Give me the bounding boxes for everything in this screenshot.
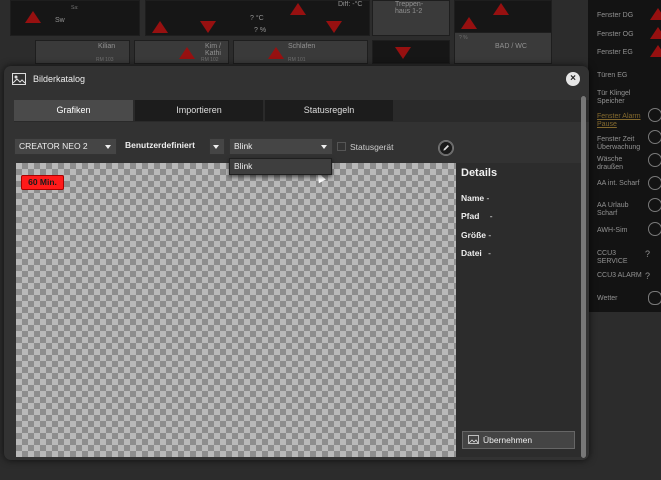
- tab-statusregeln[interactable]: Statusregeln: [265, 100, 393, 121]
- category-select-value: Benutzerdefiniert: [125, 140, 195, 150]
- detail-value: -: [489, 211, 493, 221]
- detail-label: Größe: [461, 230, 487, 240]
- detail-name: Name -: [461, 193, 489, 203]
- device-select-value: CREATOR NEO 2: [19, 141, 88, 151]
- bilderkatalog-dialog: Bilderkatalog × Grafiken Importieren Sta…: [4, 66, 589, 460]
- detail-label: Name: [461, 193, 485, 203]
- dialog-header: Bilderkatalog ×: [4, 66, 589, 94]
- status-device-label: Statusgerät: [350, 142, 394, 152]
- apply-button[interactable]: Übernehmen: [462, 431, 575, 449]
- dialog-title: Bilderkatalog: [33, 74, 86, 84]
- detail-label: Pfad: [461, 211, 480, 221]
- detail-value: -: [488, 248, 492, 258]
- image-icon: [468, 435, 479, 444]
- scrollbar-thumb[interactable]: [581, 96, 586, 458]
- category-select[interactable]: Benutzerdefiniert: [121, 138, 204, 155]
- device-select[interactable]: CREATOR NEO 2: [14, 138, 117, 155]
- close-icon[interactable]: ×: [566, 72, 580, 86]
- variant-dropdown-list: Blink: [229, 158, 332, 175]
- category-dropdown-button[interactable]: [209, 138, 225, 155]
- dropdown-option-blink[interactable]: Blink: [234, 161, 252, 171]
- detail-value: -: [488, 230, 492, 240]
- tab-bar: Grafiken Importieren Statusregeln: [14, 100, 589, 122]
- tab-importieren[interactable]: Importieren: [135, 100, 263, 121]
- detail-label: Datei: [461, 248, 482, 258]
- detail-datei: Datei -: [461, 248, 491, 258]
- detail-value: -: [486, 193, 490, 203]
- apply-label: Übernehmen: [483, 435, 533, 445]
- chevron-down-icon: [321, 145, 327, 149]
- details-panel: Details Name - Pfad - Größe - Datei - Üb…: [456, 163, 582, 457]
- image-preview-area[interactable]: 60 Min.: [16, 163, 456, 457]
- detail-groesse: Größe -: [461, 230, 491, 240]
- variant-select[interactable]: Blink: [229, 138, 333, 155]
- tab-grafiken[interactable]: Grafiken: [14, 100, 133, 121]
- chevron-down-icon: [213, 145, 219, 149]
- image-icon: [12, 73, 26, 85]
- pencil-icon[interactable]: [438, 140, 454, 156]
- preview-badge[interactable]: 60 Min.: [21, 175, 64, 190]
- detail-pfad: Pfad -: [461, 211, 493, 221]
- details-title: Details: [461, 167, 498, 179]
- chevron-down-icon: [105, 145, 111, 149]
- variant-select-value: Blink: [234, 141, 253, 151]
- status-device-checkbox[interactable]: [337, 142, 346, 151]
- dialog-scrollbar[interactable]: [581, 96, 586, 458]
